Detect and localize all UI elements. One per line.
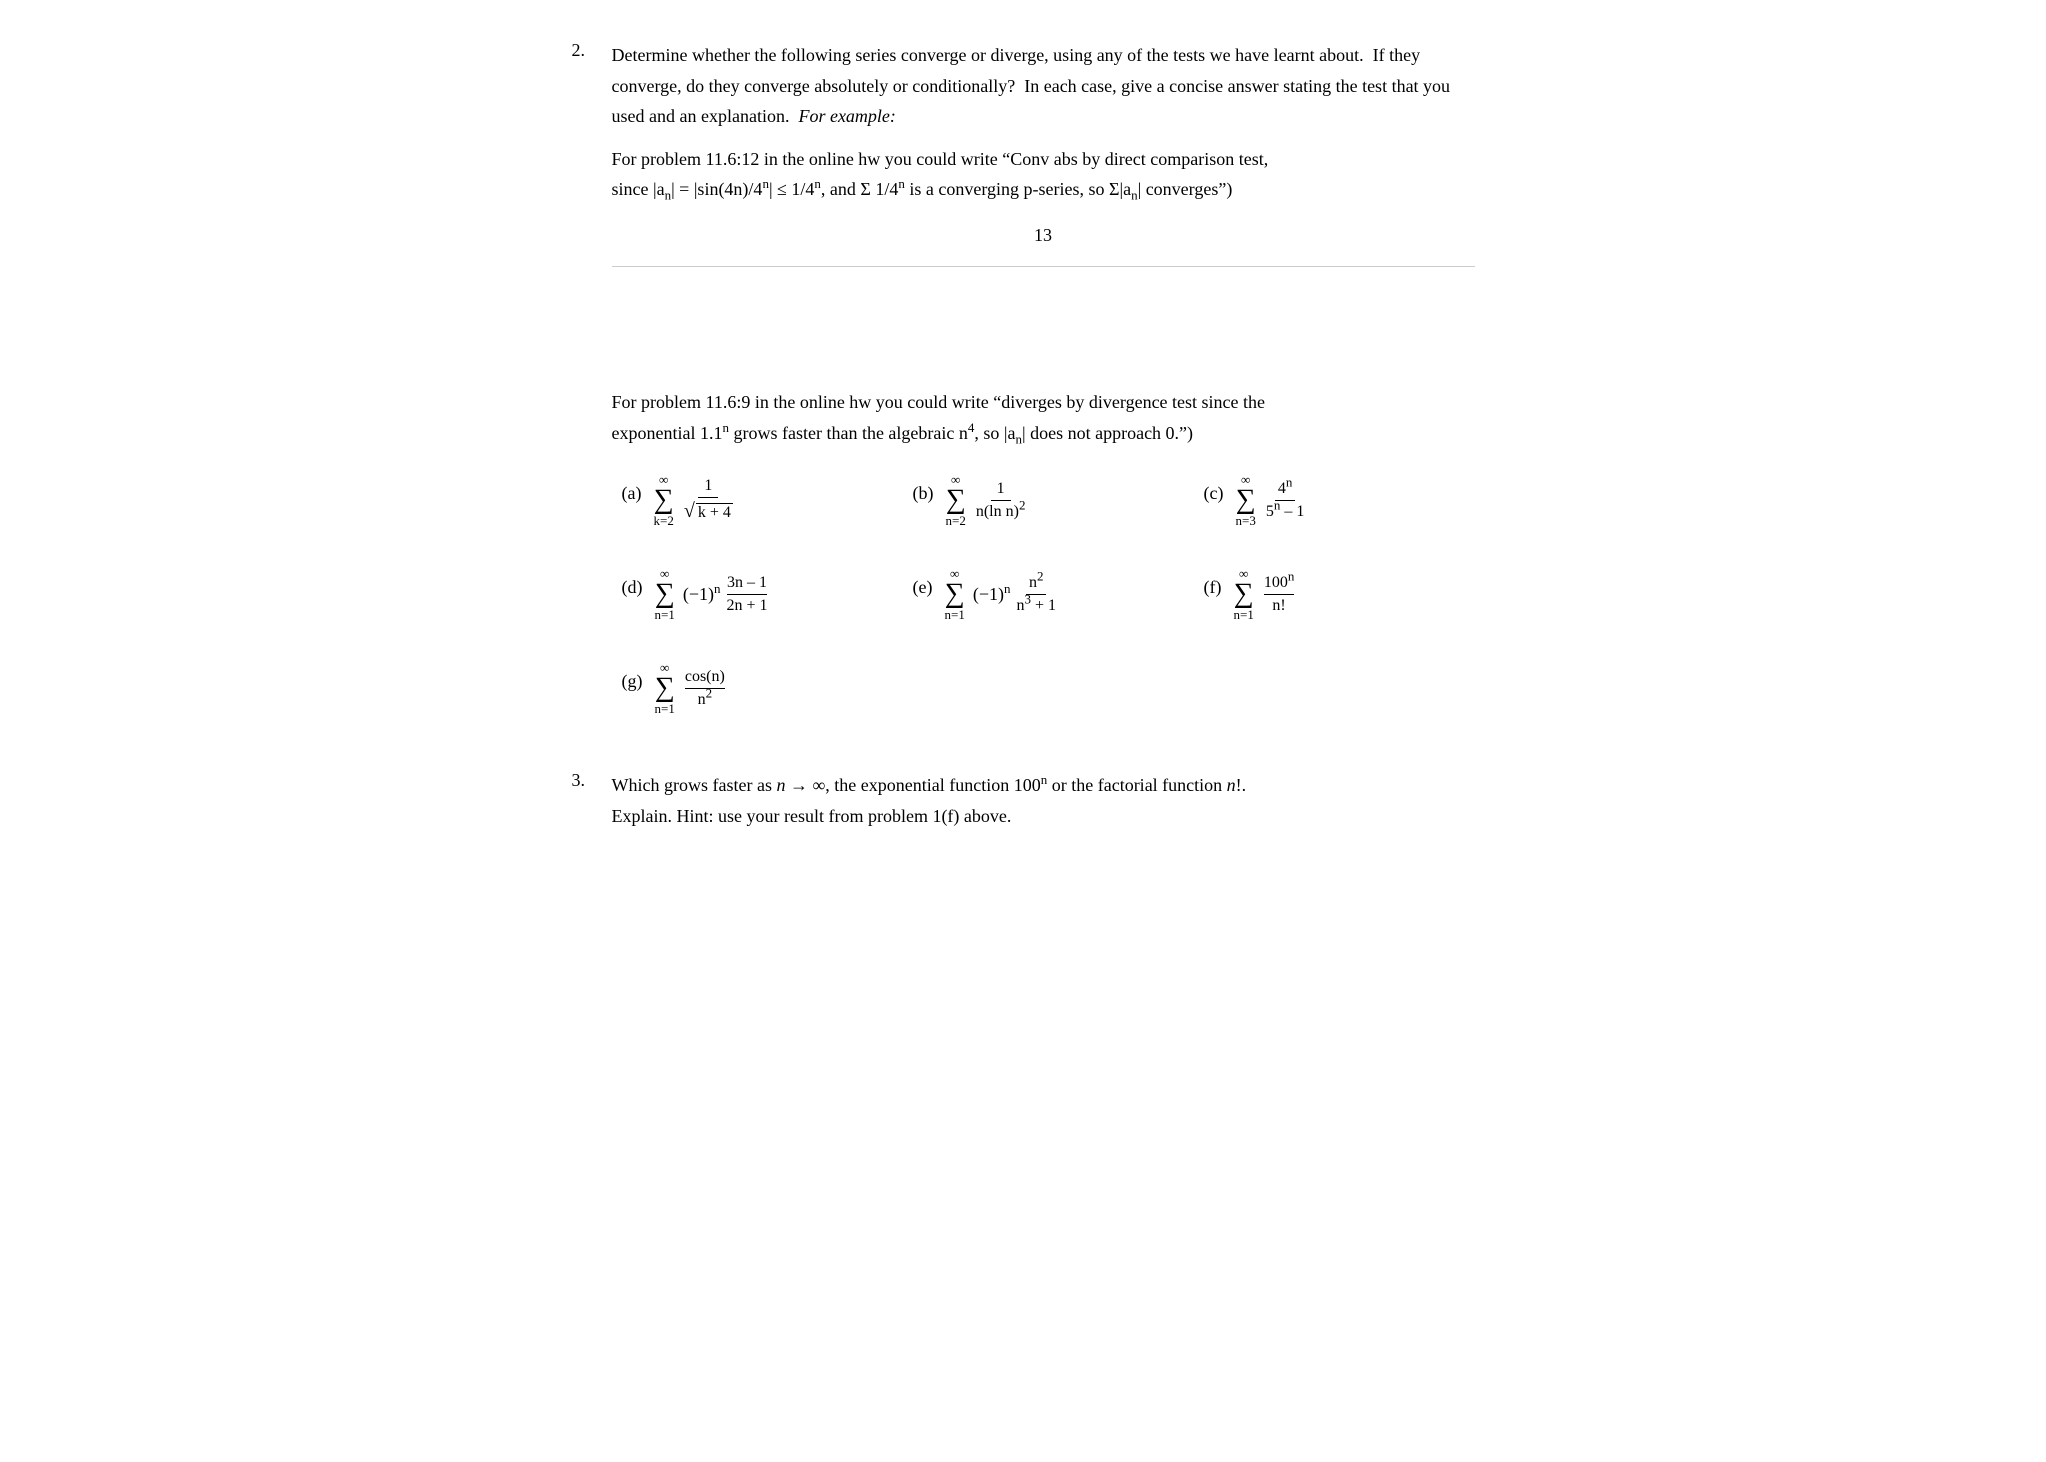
sigma-c-sub: n=3	[1235, 514, 1255, 527]
sigma-b-sub: n=2	[946, 514, 966, 527]
sigma-d-sym: ∑	[655, 580, 675, 608]
fraction-f-denom: n!	[1272, 595, 1285, 615]
fraction-g: cos(n) n2	[685, 668, 725, 709]
series-g-label: (g)	[622, 661, 643, 692]
series-grid: (a) ∞ ∑ k=2 1 √k + 4	[612, 473, 1475, 715]
sigma-a-sym: ∑	[654, 486, 674, 514]
fraction-a-denom: √k + 4	[684, 498, 733, 523]
series-f-label: (f)	[1204, 567, 1222, 598]
sigma-f: ∞ ∑ n=1	[1233, 567, 1253, 621]
section-divider	[612, 266, 1475, 267]
problem-3-content: Which grows faster as n → ∞, the exponen…	[612, 770, 1475, 843]
sigma-g-sub: n=1	[655, 702, 675, 715]
sigma-d: ∞ ∑ n=1	[655, 567, 675, 621]
fraction-d: 3n – 1 2n + 1	[726, 574, 767, 615]
fraction-b: 1 n(ln n)2	[976, 480, 1026, 521]
fraction-c-denom: 5n – 1	[1266, 501, 1305, 521]
series-e-sign: (−1)n	[973, 584, 1011, 605]
series-g: (g) ∞ ∑ n=1 cos(n) n2	[622, 661, 893, 715]
fraction-e: n2 n3 + 1	[1016, 574, 1056, 615]
example-label: For example:	[798, 106, 895, 126]
series-a: (a) ∞ ∑ k=2 1 √k + 4	[622, 473, 893, 527]
series-c: (c) ∞ ∑ n=3 4n 5n – 1	[1204, 473, 1475, 527]
fraction-a-num: 1	[698, 477, 718, 498]
sigma-c-sym: ∑	[1236, 486, 1256, 514]
sigma-f-sym: ∑	[1234, 580, 1254, 608]
page-number: 13	[612, 225, 1475, 246]
sigma-d-sub: n=1	[655, 608, 675, 621]
sigma-e-sub: n=1	[944, 608, 964, 621]
sigma-a-sub: k=2	[653, 514, 673, 527]
problem-3-text: Which grows faster as n → ∞, the exponen…	[612, 770, 1475, 831]
sigma-f-sub: n=1	[1233, 608, 1253, 621]
series-b-label: (b)	[913, 473, 934, 504]
sigma-e: ∞ ∑ n=1	[944, 567, 964, 621]
sigma-g: ∞ ∑ n=1	[655, 661, 675, 715]
series-b: (b) ∞ ∑ n=2 1 n(ln n)2	[913, 473, 1184, 527]
series-a-label: (a)	[622, 473, 642, 504]
fraction-c: 4n 5n – 1	[1266, 480, 1305, 521]
problem-2: 2. Determine whether the following serie…	[572, 40, 1475, 750]
series-e-label: (e)	[913, 567, 933, 598]
sqrt-radical-a: √	[684, 500, 695, 522]
series-e: (e) ∞ ∑ n=1 (−1)n n2 n3 + 1	[913, 567, 1184, 621]
fraction-b-denom: n(ln n)2	[976, 501, 1026, 521]
fraction-f-num: 100n	[1264, 574, 1295, 595]
series-d-label: (d)	[622, 567, 643, 598]
series-d-sign: (−1)n	[683, 584, 721, 605]
series-f: (f) ∞ ∑ n=1 100n n!	[1204, 567, 1475, 621]
fraction-e-denom: n3 + 1	[1016, 595, 1056, 615]
sigma-b: ∞ ∑ n=2	[946, 473, 966, 527]
for-problem-text: For problem 11.6:9 in the online hw you …	[612, 387, 1475, 448]
problem-2-number: 2.	[572, 40, 602, 750]
problem-2-text: Determine whether the following series c…	[612, 40, 1475, 132]
sigma-a: ∞ ∑ k=2	[653, 473, 673, 527]
sigma-c: ∞ ∑ n=3	[1235, 473, 1255, 527]
sigma-g-sym: ∑	[655, 674, 675, 702]
problem-2-content: Determine whether the following series c…	[612, 40, 1475, 750]
fraction-d-denom: 2n + 1	[726, 595, 767, 615]
fraction-a: 1 √k + 4	[684, 477, 733, 523]
sqrt-content-a: k + 4	[696, 503, 733, 521]
fraction-g-denom: n2	[698, 689, 713, 709]
example-text-block: For problem 11.6:12 in the online hw you…	[612, 144, 1475, 205]
fraction-f: 100n n!	[1264, 574, 1295, 615]
problem-3: 3. Which grows faster as n → ∞, the expo…	[572, 770, 1475, 843]
series-d: (d) ∞ ∑ n=1 (−1)n 3n – 1 2n + 1	[622, 567, 893, 621]
sigma-b-sym: ∑	[946, 486, 966, 514]
problem-3-number: 3.	[572, 770, 602, 843]
series-c-label: (c)	[1204, 473, 1224, 504]
sigma-e-sym: ∑	[945, 580, 965, 608]
fraction-d-num: 3n – 1	[727, 574, 767, 595]
fraction-b-num: 1	[991, 480, 1011, 501]
